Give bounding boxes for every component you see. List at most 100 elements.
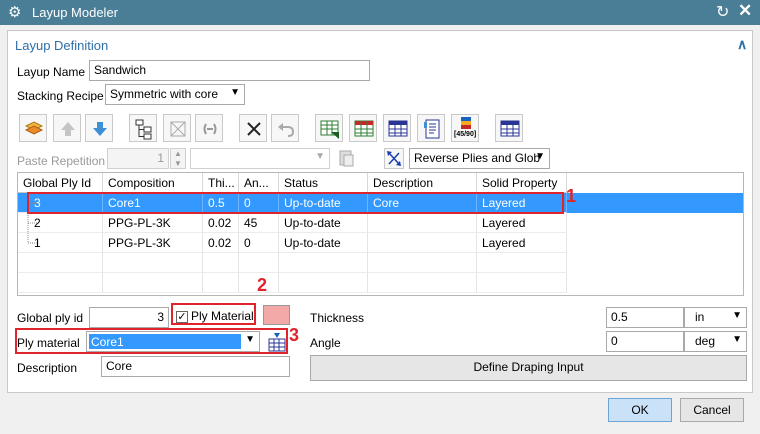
ok-button[interactable]: OK [608,398,672,422]
ply-45-90-label: [45/90] [454,131,477,138]
thickness-input[interactable]: 0.5 [606,307,684,328]
column-header-composition[interactable]: Composition [103,173,203,193]
description-label: Description [17,361,78,375]
table-row[interactable]: 2 PPG-PL-3K 0.02 45 Up-to-date Layered [18,213,743,233]
solid-property-cell: Layered [477,213,567,233]
undo-icon [278,123,295,137]
angle-unit-value: deg [695,334,716,348]
column-header-global-ply-id[interactable]: Global Ply Id [18,173,103,193]
callout-number-3: 3 [289,325,300,345]
define-draping-input-button[interactable]: Define Draping Input [310,355,747,381]
reverse-plies-select[interactable]: Reverse Plies and Glob ▼ [409,148,550,169]
angle-unit-select[interactable]: deg ▼ [684,331,747,352]
callout-number-1: 1 [566,186,577,206]
thickness-unit-select[interactable]: in ▼ [684,307,747,328]
paste-repetition-spinner[interactable]: ▲ ▼ [170,148,186,169]
thickness-cell: 0.02 [203,213,239,233]
composition-cell: PPG-PL-3K [103,233,203,253]
delete-button[interactable] [239,114,267,142]
document-icon [424,119,440,139]
stacking-recipe-value: Symmetric with core [110,87,219,101]
description-input[interactable]: Core [101,356,290,377]
table-row-empty [18,273,743,293]
column-header-description[interactable]: Description [368,173,477,193]
callout-box-3 [15,328,288,354]
global-ply-id-input[interactable]: 3 [89,307,169,328]
chain-button[interactable] [195,114,223,142]
dialog-body: Layup Definition ∧ Layup Name Sandwich S… [0,25,760,434]
delete-all-icon [170,121,186,137]
description-cell [368,213,477,233]
layers-icon [24,121,44,135]
table-export-icon [320,120,339,139]
status-cell: Up-to-date [279,233,368,253]
callout-number-2: 2 [257,275,268,295]
angle-input[interactable]: 0 [606,331,684,352]
stacking-recipe-label: Stacking Recipe [17,89,104,103]
chevron-down-icon: ▼ [315,151,325,162]
move-up-button[interactable] [53,114,81,142]
title-bar: ⚙ Layup Modeler ↻ ✕ [0,0,760,25]
column-header-solid-property[interactable]: Solid Property [477,173,567,193]
thickness-unit-value: in [695,310,705,324]
chevron-down-icon: ▼ [535,151,545,162]
ply-45-90-button[interactable]: [45/90] [451,114,479,142]
reverse-plies-icon-button[interactable] [384,148,404,169]
chevron-down-icon: ▼ [230,87,240,98]
angle-label: Angle [310,336,341,350]
material-color-swatch[interactable] [263,305,290,325]
paste-button[interactable] [336,148,356,169]
collapse-icon[interactable]: ∧ [737,36,747,53]
layers-button[interactable] [19,114,47,142]
table-button[interactable] [349,114,377,142]
section-title: Layup Definition [15,38,109,53]
delete-icon [247,122,261,136]
move-up-icon [61,122,75,136]
table-row-empty [18,253,743,273]
reverse-plies-value: Reverse Plies and Glob [414,151,541,165]
chevron-down-icon: ▼ [732,310,742,321]
thickness-cell: 0.02 [203,233,239,253]
layup-name-label: Layup Name [17,65,86,79]
paste-repetition-label: Paste Repetition [17,154,106,168]
document-button[interactable] [417,114,445,142]
stacking-recipe-select[interactable]: Symmetric with core ▼ [105,84,245,105]
delete-all-button[interactable] [163,114,191,142]
angle-cell: 0 [239,233,279,253]
table-alt-button[interactable] [495,114,523,142]
column-header-thickness[interactable]: Thi... [203,173,239,193]
thickness-label: Thickness [310,311,365,325]
undo-button[interactable] [271,114,299,142]
tree-button[interactable] [129,114,157,142]
table-header-icon [388,120,408,137]
composition-cell: PPG-PL-3K [103,213,203,233]
layup-name-input[interactable]: Sandwich [89,60,370,81]
chain-icon [203,123,217,135]
ply-table: Global Ply Id Composition Thi... An... S… [17,172,744,296]
column-header-status[interactable]: Status [279,173,368,193]
column-header-angle[interactable]: An... [239,173,279,193]
paste-repetition-select[interactable]: ▼ [190,148,330,169]
paste-icon [339,150,354,167]
tree-icon [135,119,152,140]
move-down-icon [93,122,107,136]
angle-cell: 45 [239,213,279,233]
close-icon[interactable]: ✕ [738,1,752,21]
callout-box-1 [27,192,564,214]
move-down-button[interactable] [85,114,113,142]
gear-icon[interactable]: ⚙ [8,3,21,21]
table-row[interactable]: 1 PPG-PL-3K 0.02 0 Up-to-date Layered [18,233,743,253]
window-title: Layup Modeler [32,5,118,20]
status-cell: Up-to-date [279,213,368,233]
reset-icon[interactable]: ↻ [716,2,729,22]
solid-property-cell: Layered [477,233,567,253]
cancel-button[interactable]: Cancel [680,398,744,422]
table-icon [354,120,374,137]
paste-repetition-input[interactable]: 1 [107,148,169,169]
table-header-button[interactable] [383,114,411,142]
description-cell [368,233,477,253]
reverse-arrows-icon [387,151,401,166]
callout-box-2 [171,303,256,325]
table-export-button[interactable] [315,114,343,142]
global-ply-id-label: Global ply id [17,311,84,325]
